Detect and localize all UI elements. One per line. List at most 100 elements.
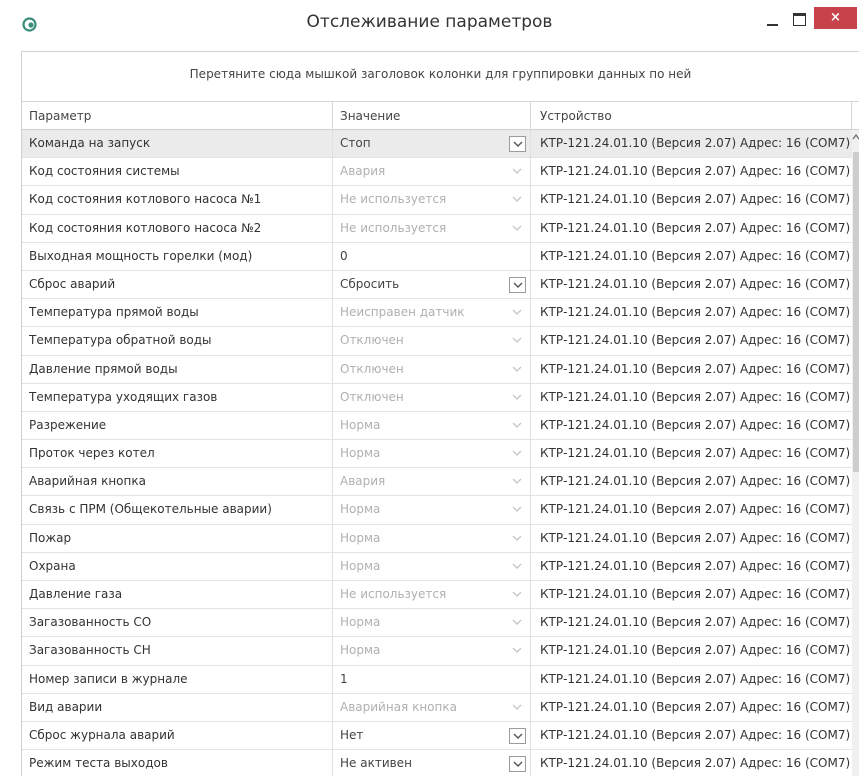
table-row[interactable]: Температура уходящих газов Отключен КТР-12…: [22, 383, 852, 412]
table-row[interactable]: Сброс аварий Сбросить КТР-121.24.01.10 (Ве…: [22, 270, 852, 300]
chevron-down-icon: [512, 619, 522, 626]
device-cell: КТР-121.24.01.10 (Версия 2.07) Адрес: 16…: [540, 389, 851, 404]
chevron-down-icon: [512, 704, 522, 710]
cell-divider: [530, 552, 531, 581]
scroll-up-icon[interactable]: [852, 132, 859, 144]
column-header-param[interactable]: Параметр: [22, 102, 332, 130]
table-row[interactable]: Выходная мощность горелки (мод) 0 КТР-121.…: [22, 242, 852, 271]
chevron-down-icon: [512, 366, 522, 372]
device-cell: КТР-121.24.01.10 (Версия 2.07) Адрес: 16…: [540, 446, 851, 461]
device-cell: КТР-121.24.01.10 (Версия 2.07) Адрес: 16…: [540, 671, 851, 686]
value-dropdown-button: [509, 362, 526, 378]
table-row[interactable]: Температура обратной воды Отключен КТР-121…: [22, 327, 852, 356]
value-dropdown-button: [509, 531, 526, 547]
minimize-button[interactable]: [763, 10, 783, 30]
device-cell: КТР-121.24.01.10 (Версия 2.07) Адрес: 16…: [540, 727, 851, 742]
group-by-panel[interactable]: Перетяните сюда мышкой заголовок колонки…: [22, 52, 859, 102]
value-dropdown-button: [509, 192, 526, 208]
param-name-cell: Связь с ПРМ (Общекотельные аварии): [29, 502, 272, 517]
table-row[interactable]: Код состояния котлового насоса №2 Не испо…: [22, 214, 852, 243]
cell-divider: [530, 637, 531, 666]
chevron-down-icon: [513, 733, 523, 739]
chevron-down-icon: [512, 478, 522, 485]
value-dropdown-button[interactable]: [509, 756, 526, 773]
table-row[interactable]: Режим теста выходов Не активен КТР-121.24.…: [22, 750, 852, 776]
device-cell: КТР-121.24.01.10 (Версия 2.07) Адрес: 16…: [540, 248, 851, 263]
table-row[interactable]: Давление прямой воды Отключен КТР-121.24.0…: [22, 355, 852, 384]
cell-divider: [530, 496, 531, 525]
param-name-cell: Режим теста выходов: [29, 756, 168, 771]
table-row[interactable]: Проток через котел Норма КТР-121.24.01.10 …: [22, 440, 852, 469]
cell-divider: [530, 440, 531, 469]
device-cell: КТР-121.24.01.10 (Версия 2.07) Адрес: 16…: [540, 305, 851, 320]
value-dropdown-button: [509, 587, 526, 603]
table-row[interactable]: Загазованность СН Норма КТР-121.24.01.10 (…: [22, 637, 852, 666]
value-dropdown-button: [509, 221, 526, 237]
table-row[interactable]: Код состояния котлового насоса №1 Не испо…: [22, 186, 852, 215]
column-header-value[interactable]: Значение: [333, 102, 530, 130]
table-row[interactable]: Команда на запуск Стоп КТР-121.24.01.10 (В…: [22, 130, 852, 159]
table-row[interactable]: Температура прямой воды Неисправен датчик…: [22, 299, 852, 328]
column-divider: [851, 102, 852, 130]
chevron-down-icon: [512, 168, 522, 175]
value-dropdown-button[interactable]: [509, 136, 526, 152]
value-cell[interactable]: Сбросить: [333, 271, 528, 298]
chevron-down-icon: [512, 196, 522, 203]
maximize-button[interactable]: [789, 8, 809, 28]
value-cell: Не используется: [340, 587, 447, 601]
value-dropdown-button[interactable]: [509, 276, 526, 293]
title-bar: Отслеживание параметров ×: [0, 0, 859, 40]
chevron-down-icon: [512, 309, 522, 316]
value-cell: Норма: [340, 558, 381, 573]
table-body: Команда на запуск Стоп КТР-121.24.01.10 (В…: [22, 130, 852, 776]
cell-divider: [530, 130, 531, 158]
value-cell: Норма: [340, 502, 381, 517]
chevron-down-icon: [512, 563, 522, 569]
chevron-down-icon: [512, 394, 522, 400]
column-header-row: Параметр Значение Устройство: [22, 102, 859, 130]
value-cell[interactable]: Стоп: [333, 130, 528, 157]
param-name-cell: Давление газа: [29, 587, 123, 601]
table-row[interactable]: Номер записи в журнале 1 КТР-121.24.01.10 …: [22, 665, 852, 694]
cell-divider: [530, 214, 531, 243]
device-cell: КТР-121.24.01.10 (Версия 2.07) Адрес: 16…: [540, 558, 851, 573]
table-row[interactable]: Разрежение Норма КТР-121.24.01.10 (Версия …: [22, 411, 852, 441]
table-row[interactable]: Загазованность СО Норма КТР-121.24.01.10 (…: [22, 609, 852, 638]
chevron-down-icon: [512, 337, 522, 344]
close-button[interactable]: ×: [814, 7, 857, 29]
table-row[interactable]: Пожар Норма КТР-121.24.01.10 (Версия 2.07)…: [22, 524, 852, 553]
table-row[interactable]: Код состояния системы Авария КТР-121.24.01…: [22, 158, 852, 187]
value-cell: 1: [340, 671, 348, 686]
table-row[interactable]: Охрана Норма КТР-121.24.01.10 (Версия 2.07…: [22, 552, 852, 581]
table-row[interactable]: Связь с ПРМ (Общекотельные аварии) Норма К…: [22, 496, 852, 525]
value-cell[interactable]: Не активен: [333, 750, 528, 776]
table-row[interactable]: Давление газа Не используется КТР-121.24.0…: [22, 581, 852, 610]
value-dropdown-button: [509, 615, 526, 631]
cell-divider: [530, 581, 531, 609]
cell-divider: [530, 665, 531, 694]
param-name-cell: Аварийная кнопка: [29, 474, 146, 489]
value-dropdown-button: [509, 502, 526, 518]
chevron-down-icon: [512, 422, 522, 428]
chevron-down-icon: [512, 591, 522, 597]
param-name-cell: Пожар: [29, 530, 72, 545]
scrollbar-thumb[interactable]: [853, 152, 859, 472]
value-dropdown-button[interactable]: [509, 727, 526, 744]
value-cell: Норма: [340, 417, 381, 432]
param-name-cell: Команда на запуск: [29, 136, 151, 150]
value-dropdown-button: [509, 164, 526, 180]
value-cell[interactable]: Нет: [333, 722, 528, 749]
cell-divider: [530, 383, 531, 412]
param-name-cell: Температура прямой воды: [29, 305, 199, 320]
param-name-cell: Температура уходящих газов: [29, 389, 218, 404]
device-cell: КТР-121.24.01.10 (Версия 2.07) Адрес: 16…: [540, 502, 851, 517]
device-cell: КТР-121.24.01.10 (Версия 2.07) Адрес: 16…: [540, 530, 851, 545]
table-row[interactable]: Сброс журнала аварий Нет КТР-121.24.01.10 …: [22, 721, 852, 751]
device-cell: КТР-121.24.01.10 (Версия 2.07) Адрес: 16…: [540, 643, 851, 658]
table-row[interactable]: Вид аварии Аварийная кнопка КТР-121.24.01.…: [22, 693, 852, 722]
table-row[interactable]: Аварийная кнопка Авария КТР-121.24.01.10 (…: [22, 468, 852, 497]
value-cell: Авария: [340, 164, 386, 179]
column-header-device[interactable]: Устройство: [531, 102, 851, 130]
device-cell: КТР-121.24.01.10 (Версия 2.07) Адрес: 16…: [540, 699, 851, 714]
value-cell: Не используется: [340, 192, 447, 207]
